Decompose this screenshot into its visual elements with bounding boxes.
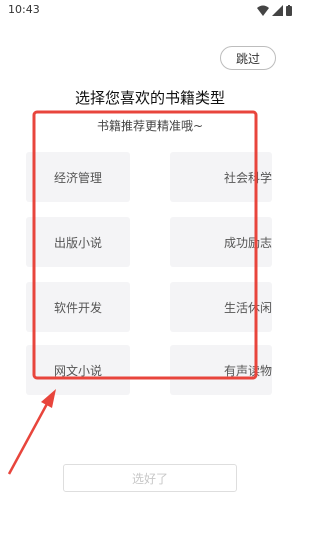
done-button[interactable]: 选好了 [63,464,237,492]
status-icons [257,4,292,16]
category-software-development[interactable]: 软件开发 [26,282,130,332]
category-published-novels[interactable]: 出版小说 [26,217,130,267]
category-label: 出版小说 [54,235,103,250]
category-label: 生活休闲 [223,300,272,315]
annotation-arrow-shaft [7,401,50,475]
category-economics-management[interactable]: 经济管理 [26,152,130,202]
status-bar: 10:43 [0,0,300,20]
category-label: 网文小说 [54,363,103,378]
wifi-icon [257,5,269,16]
status-time: 10:43 [8,3,40,16]
category-social-science[interactable]: 社会科学 [170,152,272,202]
battery-icon [286,4,292,16]
category-label: 成功励志 [223,235,272,250]
category-audiobooks[interactable]: 有声读物 [170,345,272,395]
category-label: 社会科学 [223,170,272,185]
page-title: 选择您喜欢的书籍类型 [74,89,225,107]
skip-button[interactable]: 跳过 [220,46,276,70]
category-label: 有声读物 [223,363,272,378]
page-subtitle: 书籍推荐更精准哦~ [96,119,204,133]
category-lifestyle-leisure[interactable]: 生活休闲 [170,282,272,332]
signal-icon [272,4,283,16]
category-success-inspiration[interactable]: 成功励志 [170,217,272,267]
category-label: 软件开发 [54,300,103,315]
category-web-novels[interactable]: 网文小说 [26,345,130,395]
category-label: 经济管理 [54,170,103,185]
